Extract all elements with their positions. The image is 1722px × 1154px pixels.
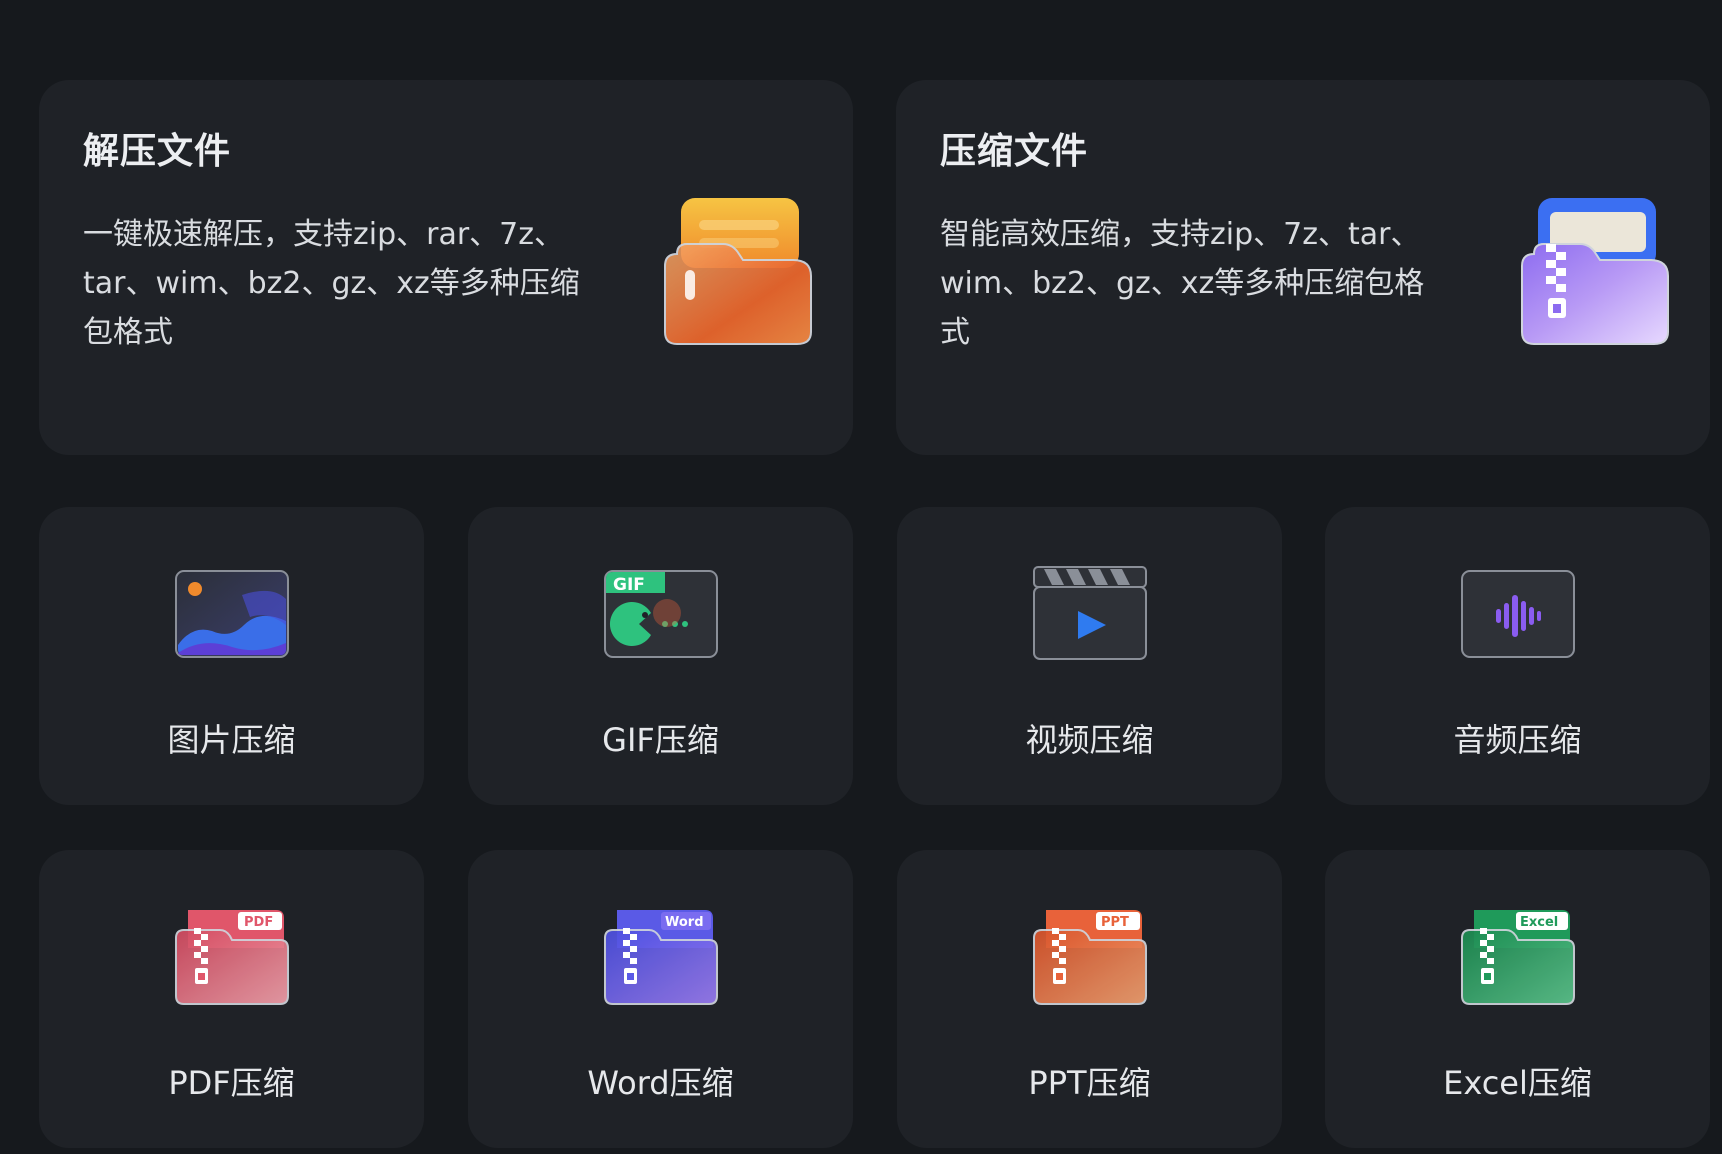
video-compress-icon xyxy=(1032,566,1147,660)
ppt-compress-icon: PPT xyxy=(1032,910,1147,1005)
compress-files-description: 智能高效压缩，支持zip、7z、tar、wim、bz2、gz、xz等多种压缩包格… xyxy=(940,217,1425,350)
pdf-badge-text: PDF xyxy=(244,915,273,930)
video-compress-card[interactable]: 视频压缩 xyxy=(897,507,1282,805)
word-compress-icon: Word xyxy=(603,910,718,1005)
compress-tools-page: 解压文件 一键极速解压，支持zip、rar、7z、tar、wim、bz2、gz、… xyxy=(0,0,1722,1154)
audio-compress-icon xyxy=(1460,570,1575,658)
compress-files-card[interactable]: 压缩文件 智能高效压缩，支持zip、7z、tar、wim、bz2、gz、xz等多… xyxy=(896,80,1710,455)
extract-files-card[interactable]: 解压文件 一键极速解压，支持zip、rar、7z、tar、wim、bz2、gz、… xyxy=(39,80,853,455)
gif-compress-label: GIF压缩 xyxy=(602,721,719,759)
extract-files-description: 一键极速解压，支持zip、rar、7z、tar、wim、bz2、gz、xz等多种… xyxy=(83,217,580,350)
gif-compress-card[interactable]: GIF GIF压缩 xyxy=(468,507,853,805)
orange-folder-extract-icon xyxy=(664,198,812,345)
excel-compress-label: Excel压缩 xyxy=(1443,1064,1592,1102)
gif-compress-icon: GIF xyxy=(603,570,718,658)
extract-files-title: 解压文件 xyxy=(83,131,232,172)
word-compress-card[interactable]: Word Word压缩 xyxy=(468,850,853,1148)
pdf-compress-icon: PDF xyxy=(174,910,289,1005)
ppt-compress-card[interactable]: PPT PPT压缩 xyxy=(897,850,1282,1148)
gif-badge-text: GIF xyxy=(613,575,645,595)
image-compress-card[interactable]: 图片压缩 xyxy=(39,507,424,805)
word-compress-label: Word压缩 xyxy=(587,1064,734,1102)
compress-files-title: 压缩文件 xyxy=(940,131,1089,172)
audio-compress-card[interactable]: 音频压缩 xyxy=(1325,507,1710,805)
audio-compress-label: 音频压缩 xyxy=(1453,721,1582,759)
excel-badge-text: Excel xyxy=(1520,915,1558,930)
ppt-badge-text: PPT xyxy=(1101,915,1129,930)
excel-compress-card[interactable]: Excel Excel压缩 xyxy=(1325,850,1710,1148)
purple-zip-folder-icon xyxy=(1521,198,1669,345)
pdf-compress-card[interactable]: PDF PDF压缩 xyxy=(39,850,424,1148)
excel-compress-icon: Excel xyxy=(1460,910,1575,1005)
ppt-compress-label: PPT压缩 xyxy=(1028,1064,1151,1102)
word-badge-text: Word xyxy=(665,915,704,930)
image-compress-icon xyxy=(174,570,289,658)
image-compress-label: 图片压缩 xyxy=(167,721,296,759)
pdf-compress-label: PDF压缩 xyxy=(168,1064,295,1102)
video-compress-label: 视频压缩 xyxy=(1025,721,1154,759)
